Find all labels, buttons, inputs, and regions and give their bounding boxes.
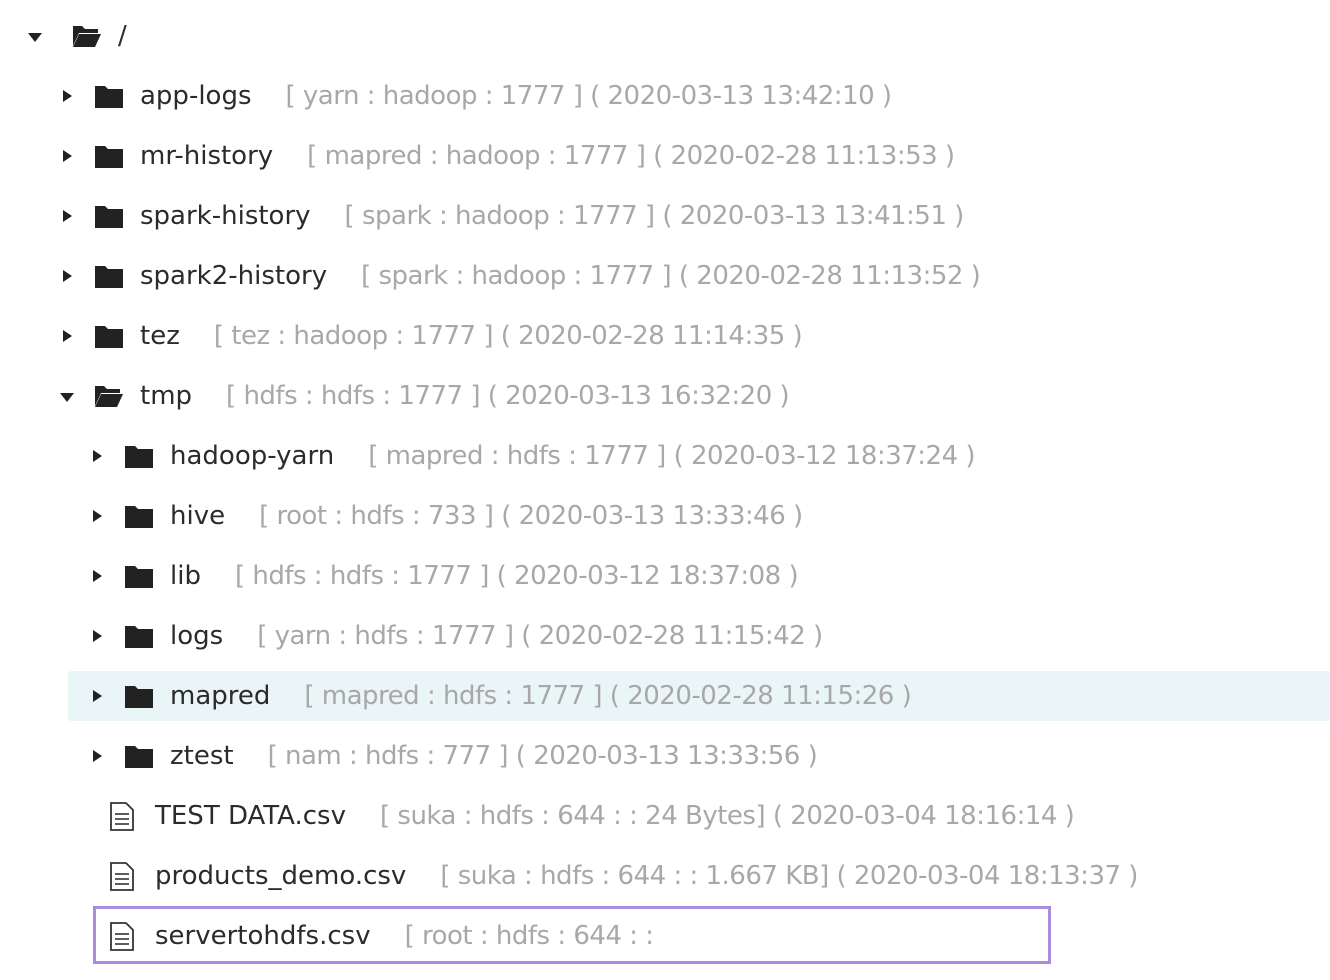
folder-icon	[95, 326, 123, 348]
folder-icon	[95, 146, 123, 168]
node-metadata: [ tez : hadoop : 1777 ] ( 2020-02-28 11:…	[213, 321, 803, 351]
file-icon	[110, 921, 134, 951]
folder-icon	[125, 566, 153, 588]
folder-row[interactable]: hadoop-yarn [ mapred : hdfs : 1777 ] ( 20…	[0, 426, 1330, 486]
folder-row[interactable]: lib [ hdfs : hdfs : 1777 ] ( 2020-03-12 1…	[0, 546, 1330, 606]
caret-down-icon[interactable]	[28, 29, 42, 43]
folder-name[interactable]: tmp	[140, 381, 192, 411]
node-metadata: [ root : hdfs : 644 : :	[404, 921, 654, 951]
folder-name[interactable]: ztest	[170, 741, 234, 771]
folder-row[interactable]: spark2-history [ spark : hadoop : 1777 ] …	[0, 246, 1330, 306]
folder-name[interactable]: mr-history	[140, 141, 273, 171]
folder-icon	[125, 746, 153, 768]
caret-right-icon[interactable]	[90, 569, 104, 583]
caret-right-icon[interactable]	[60, 329, 74, 343]
caret-down-icon[interactable]	[60, 389, 74, 403]
folder-icon	[125, 626, 153, 648]
node-metadata: [ hdfs : hdfs : 1777 ] ( 2020-03-12 18:3…	[234, 561, 799, 591]
caret-right-icon[interactable]	[90, 689, 104, 703]
node-metadata: [ hdfs : hdfs : 1777 ] ( 2020-03-13 16:3…	[226, 381, 790, 411]
folder-open-icon	[73, 26, 101, 47]
caret-right-icon[interactable]	[60, 89, 74, 103]
folder-name[interactable]: lib	[170, 561, 201, 591]
folder-name[interactable]: hadoop-yarn	[170, 441, 334, 471]
folder-name[interactable]: spark-history	[140, 201, 311, 231]
caret-right-icon[interactable]	[60, 209, 74, 223]
node-metadata: [ mapred : hadoop : 1777 ] ( 2020-02-28 …	[307, 141, 955, 171]
folder-icon	[95, 206, 123, 228]
folder-row[interactable]: tez [ tez : hadoop : 1777 ] ( 2020-02-28 …	[0, 306, 1330, 366]
caret-right-icon[interactable]	[60, 149, 74, 163]
file-row[interactable]: products_demo.csv [ suka : hdfs : 644 : :…	[0, 846, 1330, 906]
node-metadata: [ mapred : hdfs : 1777 ] ( 2020-03-12 18…	[368, 441, 976, 471]
node-metadata: [ mapred : hdfs : 1777 ] ( 2020-02-28 11…	[304, 681, 912, 711]
node-metadata: [ nam : hdfs : 777 ] ( 2020-03-13 13:33:…	[267, 741, 818, 771]
folder-row[interactable]: ztest [ nam : hdfs : 777 ] ( 2020-03-13 1…	[0, 726, 1330, 786]
folder-row[interactable]: app-logs [ yarn : hadoop : 1777 ] ( 2020-…	[0, 66, 1330, 126]
folder-row[interactable]: mapred [ mapred : hdfs : 1777 ] ( 2020-02…	[0, 666, 1330, 726]
folder-icon	[95, 86, 123, 108]
folder-icon	[125, 506, 153, 528]
node-metadata: [ spark : hadoop : 1777 ] ( 2020-03-13 1…	[344, 201, 965, 231]
file-row[interactable]: TEST DATA.csv [ suka : hdfs : 644 : : 24 …	[0, 786, 1330, 846]
file-icon	[110, 861, 134, 891]
node-metadata: [ yarn : hadoop : 1777 ] ( 2020-03-13 13…	[285, 81, 893, 111]
node-metadata: [ suka : hdfs : 644 : : 1.667 KB] ( 2020…	[440, 861, 1138, 891]
folder-row[interactable]: tmp [ hdfs : hdfs : 1777 ] ( 2020-03-13 1…	[0, 366, 1330, 426]
node-metadata: [ spark : hadoop : 1777 ] ( 2020-02-28 1…	[361, 261, 981, 291]
file-name[interactable]: TEST DATA.csv	[155, 801, 346, 831]
folder-icon	[125, 686, 153, 708]
folder-icon	[95, 266, 123, 288]
caret-right-icon[interactable]	[90, 449, 104, 463]
node-metadata: [ suka : hdfs : 644 : : 24 Bytes] ( 2020…	[379, 801, 1075, 831]
root-label[interactable]: /	[118, 21, 127, 51]
folder-name[interactable]: spark2-history	[140, 261, 327, 291]
file-tree: / app-logs [ yarn : hadoop : 1777 ] ( 202…	[0, 0, 1330, 980]
caret-right-icon[interactable]	[90, 629, 104, 643]
folder-icon	[125, 446, 153, 468]
caret-right-icon[interactable]	[60, 269, 74, 283]
folder-row[interactable]: mr-history [ mapred : hadoop : 1777 ] ( 2…	[0, 126, 1330, 186]
folder-open-icon	[95, 386, 123, 407]
file-row[interactable]: servertohdfs.csv [ root : hdfs : 644 : :	[0, 906, 1330, 966]
folder-name[interactable]: tez	[140, 321, 180, 351]
folder-row[interactable]: spark-history [ spark : hadoop : 1777 ] (…	[0, 186, 1330, 246]
folder-name[interactable]: logs	[170, 621, 223, 651]
file-name[interactable]: servertohdfs.csv	[155, 921, 371, 951]
tree-root-row[interactable]: /	[0, 6, 1330, 66]
node-metadata: [ yarn : hdfs : 1777 ] ( 2020-02-28 11:1…	[257, 621, 823, 651]
file-name[interactable]: products_demo.csv	[155, 861, 406, 891]
file-icon	[110, 801, 134, 831]
folder-name[interactable]: mapred	[170, 681, 270, 711]
node-metadata: [ root : hdfs : 733 ] ( 2020-03-13 13:33…	[259, 501, 803, 531]
caret-right-icon[interactable]	[90, 749, 104, 763]
folder-name[interactable]: hive	[170, 501, 225, 531]
folder-row[interactable]: logs [ yarn : hdfs : 1777 ] ( 2020-02-28 …	[0, 606, 1330, 666]
folder-row[interactable]: hive [ root : hdfs : 733 ] ( 2020-03-13 1…	[0, 486, 1330, 546]
caret-right-icon[interactable]	[90, 509, 104, 523]
folder-name[interactable]: app-logs	[140, 81, 252, 111]
